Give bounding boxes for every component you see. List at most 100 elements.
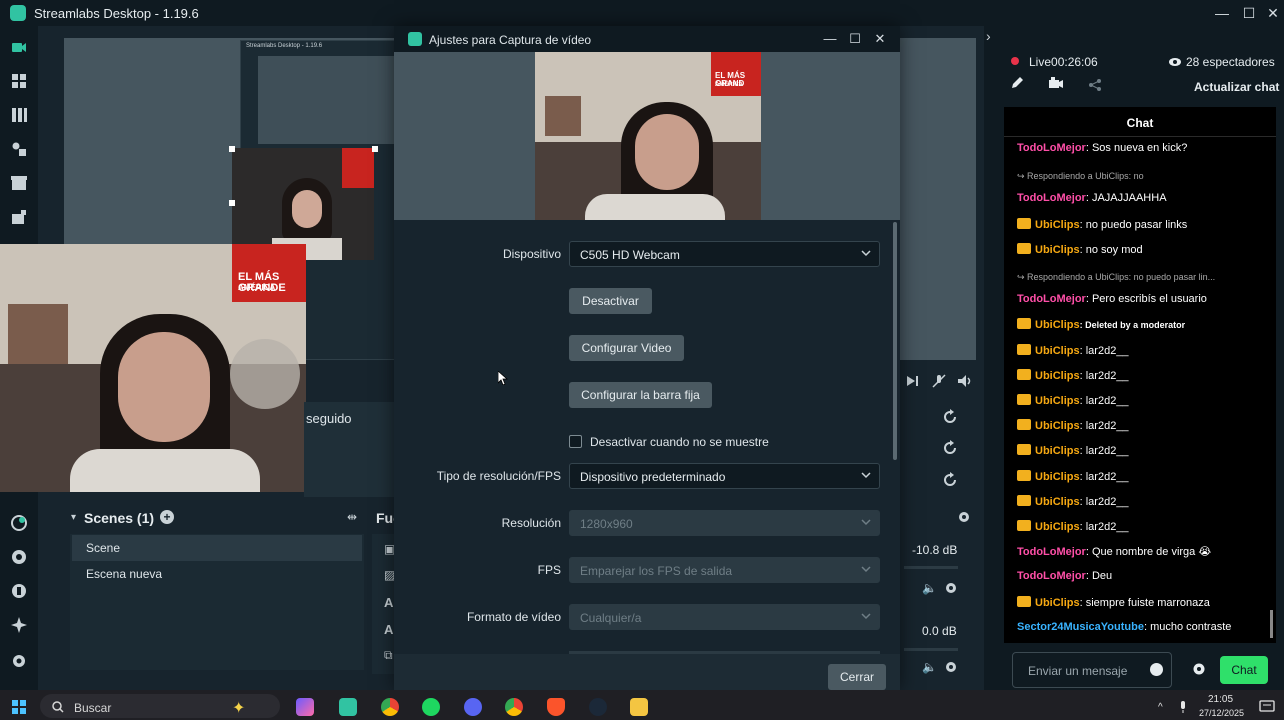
chat-username[interactable]: TodoLoMejor — [1017, 293, 1086, 305]
refresh-chat-link[interactable]: Actualizar chat — [1194, 80, 1279, 94]
dialog-minimize-icon[interactable]: — — [818, 29, 842, 49]
refresh-icon[interactable] — [942, 440, 958, 456]
chat-username[interactable]: UbiClips — [1035, 345, 1080, 357]
chrome-app-icon[interactable] — [505, 698, 523, 716]
chat-username[interactable]: UbiClips — [1035, 370, 1080, 382]
brave-app-icon[interactable] — [547, 698, 565, 716]
add-scene-button[interactable]: + — [160, 510, 174, 524]
volume-bar[interactable] — [904, 566, 958, 569]
deactivate-when-hidden-checkbox[interactable] — [569, 435, 582, 448]
collapse-panel-icon[interactable]: › — [986, 28, 991, 44]
configure-video-button[interactable]: Configurar Video — [569, 335, 684, 361]
chat-username[interactable]: UbiClips — [1035, 445, 1080, 457]
chat-username[interactable]: UbiClips — [1035, 521, 1080, 533]
microphone-icon[interactable] — [1178, 700, 1188, 714]
chat-username[interactable]: TodoLoMejor — [1017, 142, 1086, 154]
chat-scrollbar[interactable] — [1270, 610, 1273, 638]
chat-message-input[interactable]: Enviar un mensaje — [1012, 652, 1172, 688]
gear-icon[interactable] — [945, 582, 957, 594]
configure-crossbar-button[interactable]: Configurar la barra fija — [569, 382, 712, 408]
highlighter-icon[interactable] — [10, 514, 28, 532]
windows-start-icon[interactable] — [12, 700, 26, 714]
mic-muted-icon[interactable] — [930, 372, 948, 390]
chat-message: UbiClips: lar2d2__ — [1017, 343, 1267, 357]
chat-username[interactable]: UbiClips — [1035, 319, 1080, 331]
resolution-type-select[interactable]: Dispositivo predeterminado — [569, 463, 880, 489]
resolution-select[interactable]: 1280x960 — [569, 510, 880, 536]
dashboard-icon[interactable] — [10, 72, 28, 90]
chat-message: TodoLoMejor: Deu — [1017, 570, 1267, 582]
chevron-down-icon[interactable]: ▾ — [71, 512, 76, 523]
chat-username[interactable]: UbiClips — [1035, 420, 1080, 432]
scene-item[interactable]: Escena nueva — [72, 561, 362, 587]
notifications-icon[interactable] — [1259, 700, 1275, 714]
chat-username[interactable]: TodoLoMejor — [1017, 192, 1086, 204]
copilot-sparkle-icon[interactable]: ✦ — [232, 698, 245, 718]
speaker-icon[interactable] — [956, 372, 974, 390]
chat-username[interactable]: UbiClips — [1035, 496, 1080, 508]
mixer-settings-icon[interactable] — [957, 510, 971, 524]
skip-icon[interactable] — [904, 372, 922, 390]
crown-badge-icon — [1017, 394, 1031, 405]
discord-app-icon[interactable] — [464, 698, 482, 716]
fps-select[interactable]: Emparejar los FPS de salida — [569, 557, 880, 583]
tools-icon[interactable] — [10, 548, 28, 566]
themes-icon[interactable] — [10, 140, 28, 158]
chrome-app-icon[interactable] — [381, 698, 399, 716]
store-icon[interactable] — [10, 174, 28, 192]
minimize-icon[interactable]: — — [1210, 3, 1234, 23]
text-source-icon: A — [384, 595, 394, 610]
dialog-maximize-icon[interactable]: ☐ — [843, 29, 867, 49]
device-select[interactable]: C505 HD Webcam — [569, 241, 880, 267]
chat-username[interactable]: UbiClips — [1035, 219, 1080, 231]
gear-icon[interactable] — [945, 661, 957, 673]
webcam-source-large[interactable]: EL MÁS GRANDE AMÉRICA — [0, 244, 306, 492]
chat-settings-icon[interactable] — [1192, 662, 1206, 676]
volume-bar[interactable] — [904, 648, 958, 651]
chat-username[interactable]: UbiClips — [1035, 395, 1080, 407]
chat-username[interactable]: TodoLoMejor — [1017, 546, 1086, 558]
tray-chevron-icon[interactable]: ^ — [1158, 702, 1163, 713]
resize-handle[interactable] — [229, 146, 235, 152]
close-icon[interactable]: ✕ — [1261, 3, 1284, 23]
refresh-icon[interactable] — [942, 409, 958, 425]
chat-username[interactable]: TodoLoMejor — [1017, 570, 1086, 582]
scene-item-active[interactable]: Scene — [72, 535, 362, 561]
sparkle-ai-icon[interactable] — [10, 616, 28, 634]
studio-camera-icon[interactable] — [10, 38, 28, 56]
apps-icon[interactable] — [10, 208, 28, 226]
close-button[interactable]: Cerrar — [828, 664, 886, 690]
copilot-app-icon[interactable] — [296, 698, 314, 716]
maximize-icon[interactable]: ☐ — [1237, 3, 1261, 23]
edit-pencil-icon[interactable] — [1010, 76, 1024, 90]
alert-box-icon[interactable] — [10, 582, 28, 600]
camera-icon[interactable] — [1048, 76, 1064, 90]
dialog-close-icon[interactable]: ✕ — [868, 29, 892, 49]
steam-app-icon[interactable] — [589, 698, 607, 716]
layout-editor-icon[interactable] — [10, 106, 28, 124]
scene-collapse-icon[interactable]: ⇹ — [347, 510, 357, 524]
settings-gear-icon[interactable] — [10, 652, 28, 670]
dialog-scrollbar[interactable] — [893, 222, 897, 460]
spotify-app-icon[interactable] — [422, 698, 440, 716]
share-icon[interactable] — [1088, 78, 1102, 92]
crown-badge-icon — [1017, 469, 1031, 481]
deactivate-button[interactable]: Desactivar — [569, 288, 652, 314]
emoji-icon[interactable] — [1150, 663, 1163, 676]
live-label: Live — [1029, 55, 1052, 69]
nested-app-title: Streamlabs Desktop - 1.19.6 — [246, 43, 323, 49]
chat-username[interactable]: Sector24MusicaYoutube — [1017, 621, 1144, 633]
chat-username[interactable]: UbiClips — [1035, 597, 1080, 609]
refresh-icon[interactable] — [942, 472, 958, 488]
resize-handle[interactable] — [372, 146, 378, 152]
chat-username[interactable]: UbiClips — [1035, 244, 1080, 256]
chat-username[interactable]: UbiClips — [1035, 471, 1080, 483]
speaker-icon[interactable]: 🔈 — [922, 660, 937, 674]
video-format-select[interactable]: Cualquier/a — [569, 604, 880, 630]
send-chat-button[interactable]: Chat — [1220, 656, 1268, 684]
streamlabs-app-icon[interactable] — [339, 698, 357, 716]
resize-handle[interactable] — [229, 200, 235, 206]
speaker-icon[interactable]: 🔈 — [922, 581, 937, 595]
source-item-partial[interactable]: seguido — [306, 411, 352, 426]
file-explorer-icon[interactable] — [630, 698, 648, 716]
